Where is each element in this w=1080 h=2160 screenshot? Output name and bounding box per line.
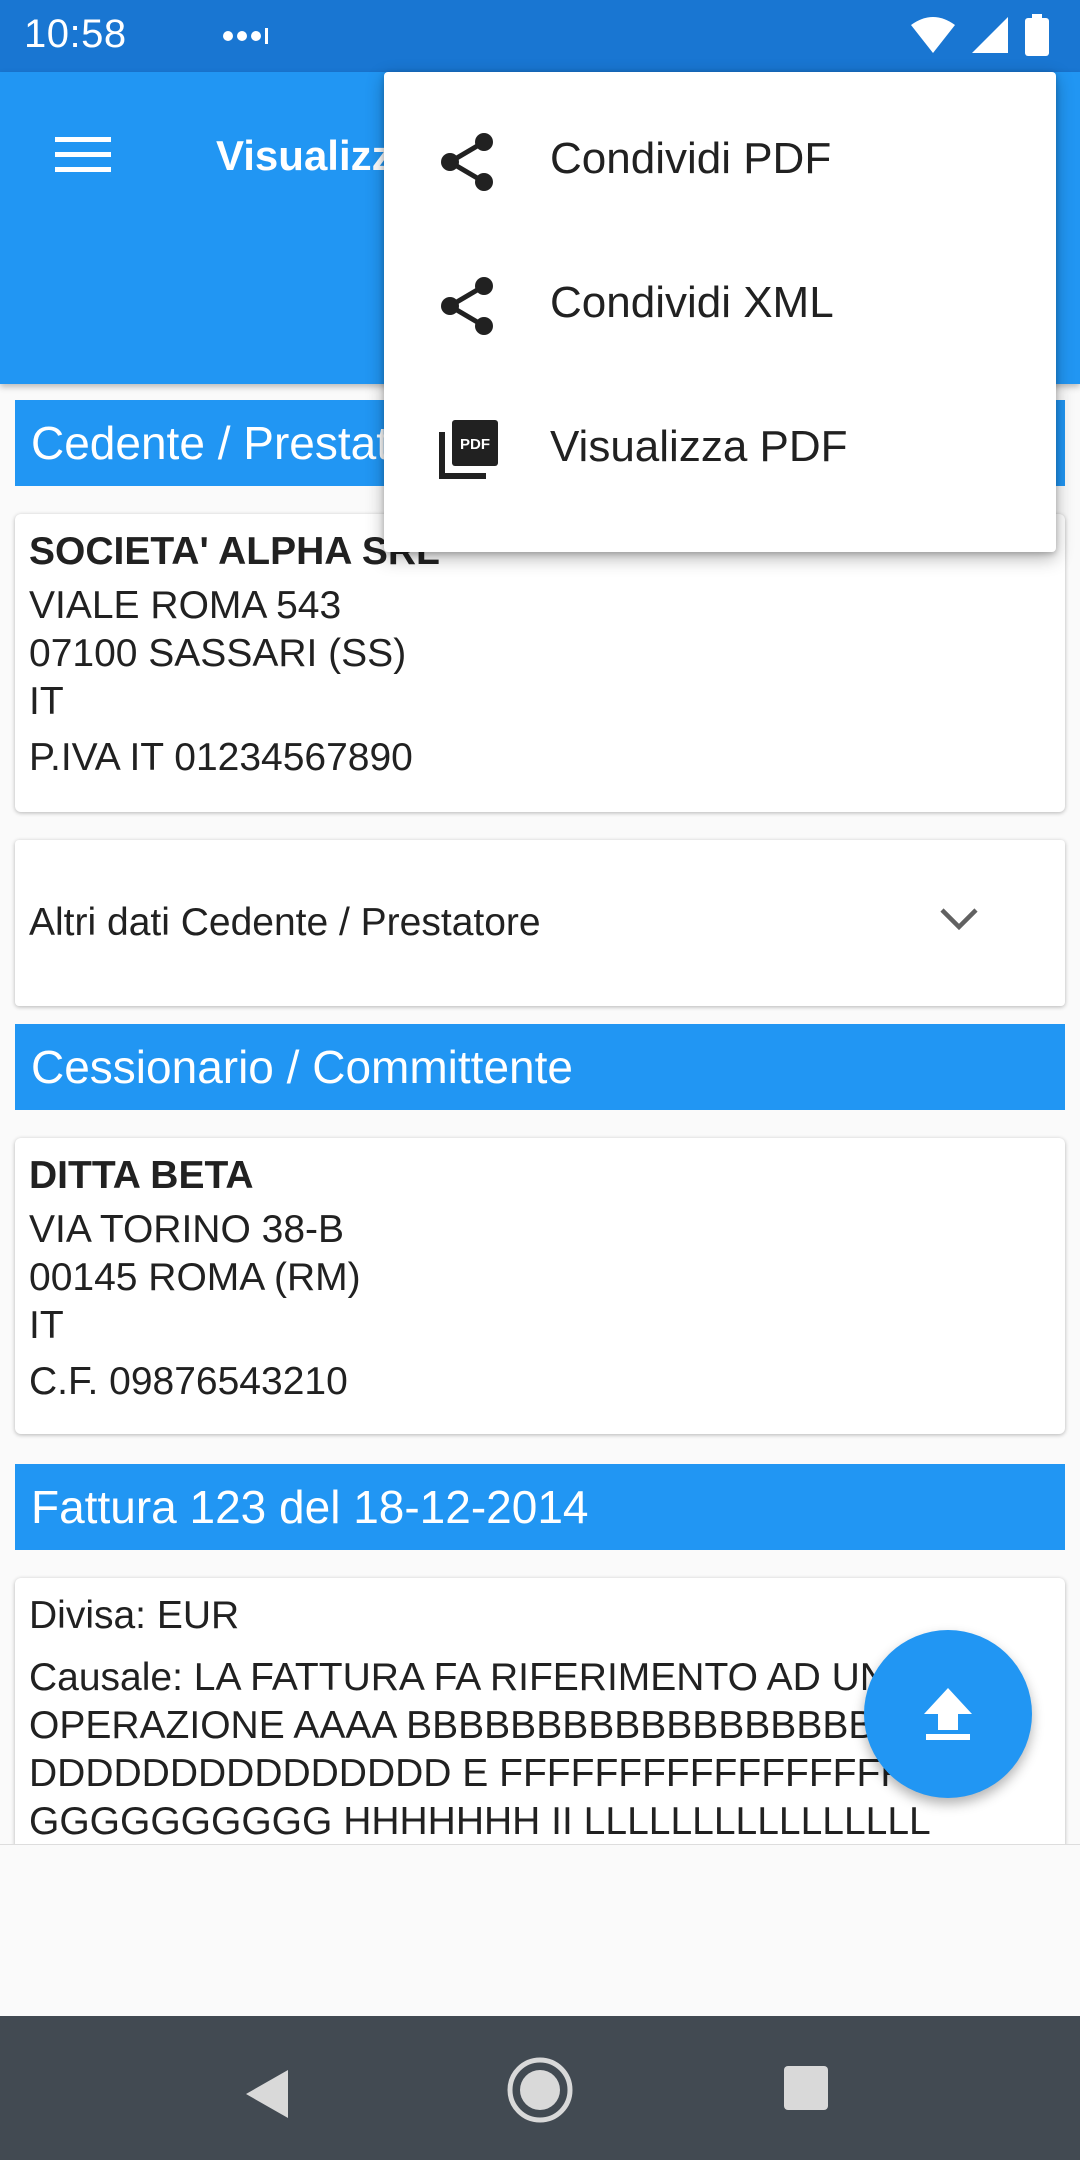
screen: 10:58 Visualizza Cedente / Prestatore SO… bbox=[0, 0, 1080, 2160]
invoice-content: Cedente / Prestatore SOCIETA' ALPHA SRL … bbox=[0, 384, 1080, 1844]
chevron-down-icon bbox=[939, 898, 979, 942]
recents-icon[interactable] bbox=[784, 2066, 828, 2110]
seller-more-data-expander[interactable]: Altri dati Cedente / Prestatore bbox=[15, 840, 1065, 1006]
upload-icon bbox=[924, 1688, 972, 1740]
seller-tax-id: P.IVA IT 01234567890 bbox=[29, 736, 413, 779]
buyer-section-header: Cessionario / Committente bbox=[15, 1024, 1065, 1110]
upload-fab-button[interactable] bbox=[864, 1630, 1032, 1798]
seller-address-line2: 07100 SASSARI (SS) bbox=[29, 632, 407, 675]
hamburger-menu-icon[interactable] bbox=[40, 112, 126, 198]
buyer-card: DITTA BETA VIA TORINO 38-B 00145 ROMA (R… bbox=[15, 1138, 1065, 1434]
seller-more-label: Altri dati Cedente / Prestatore bbox=[29, 901, 541, 944]
back-icon[interactable] bbox=[244, 2068, 290, 2125]
menu-item-view-pdf[interactable]: PDF Visualizza PDF bbox=[384, 378, 1056, 522]
share-icon bbox=[436, 274, 500, 338]
overflow-menu: Condividi PDF Condividi XML PDF Visualiz… bbox=[384, 72, 1056, 552]
menu-item-share-pdf[interactable]: Condividi PDF bbox=[384, 90, 1056, 234]
status-icons bbox=[910, 14, 1050, 61]
wifi-icon bbox=[910, 15, 956, 60]
notification-dots-icon bbox=[222, 18, 272, 59]
menu-item-label: Visualizza PDF bbox=[550, 422, 848, 471]
svg-text:PDF: PDF bbox=[460, 436, 490, 453]
share-icon bbox=[436, 130, 500, 194]
buyer-country: IT bbox=[29, 1304, 64, 1347]
seller-country: IT bbox=[29, 680, 64, 723]
buyer-address-line2: 00145 ROMA (RM) bbox=[29, 1256, 361, 1299]
invoice-currency: Divisa: EUR bbox=[29, 1594, 240, 1637]
battery-icon bbox=[1024, 14, 1050, 61]
signal-icon bbox=[970, 15, 1010, 60]
menu-item-label: Condividi PDF bbox=[550, 134, 832, 183]
bottom-blank-area bbox=[0, 1844, 1080, 2016]
menu-item-label: Condividi XML bbox=[550, 278, 834, 327]
buyer-name: DITTA BETA bbox=[29, 1154, 254, 1197]
buyer-address-line1: VIA TORINO 38-B bbox=[29, 1208, 345, 1251]
seller-card: SOCIETA' ALPHA SRL VIALE ROMA 543 07100 … bbox=[15, 514, 1065, 812]
invoice-section-header: Fattura 123 del 18-12-2014 bbox=[15, 1464, 1065, 1550]
home-icon[interactable] bbox=[506, 2056, 574, 2129]
pdf-icon: PDF bbox=[436, 418, 500, 482]
buyer-tax-id: C.F. 09876543210 bbox=[29, 1360, 348, 1403]
status-time: 10:58 bbox=[24, 12, 127, 56]
status-bar: 10:58 bbox=[0, 0, 1080, 72]
menu-item-share-xml[interactable]: Condividi XML bbox=[384, 234, 1056, 378]
system-nav-bar bbox=[0, 2016, 1080, 2160]
invoice-reason-line: GGGGGGGGGG HHHHHHH II LLLLLLLLLLLLLLLL bbox=[29, 1800, 931, 1843]
seller-address-line1: VIALE ROMA 543 bbox=[29, 584, 342, 627]
